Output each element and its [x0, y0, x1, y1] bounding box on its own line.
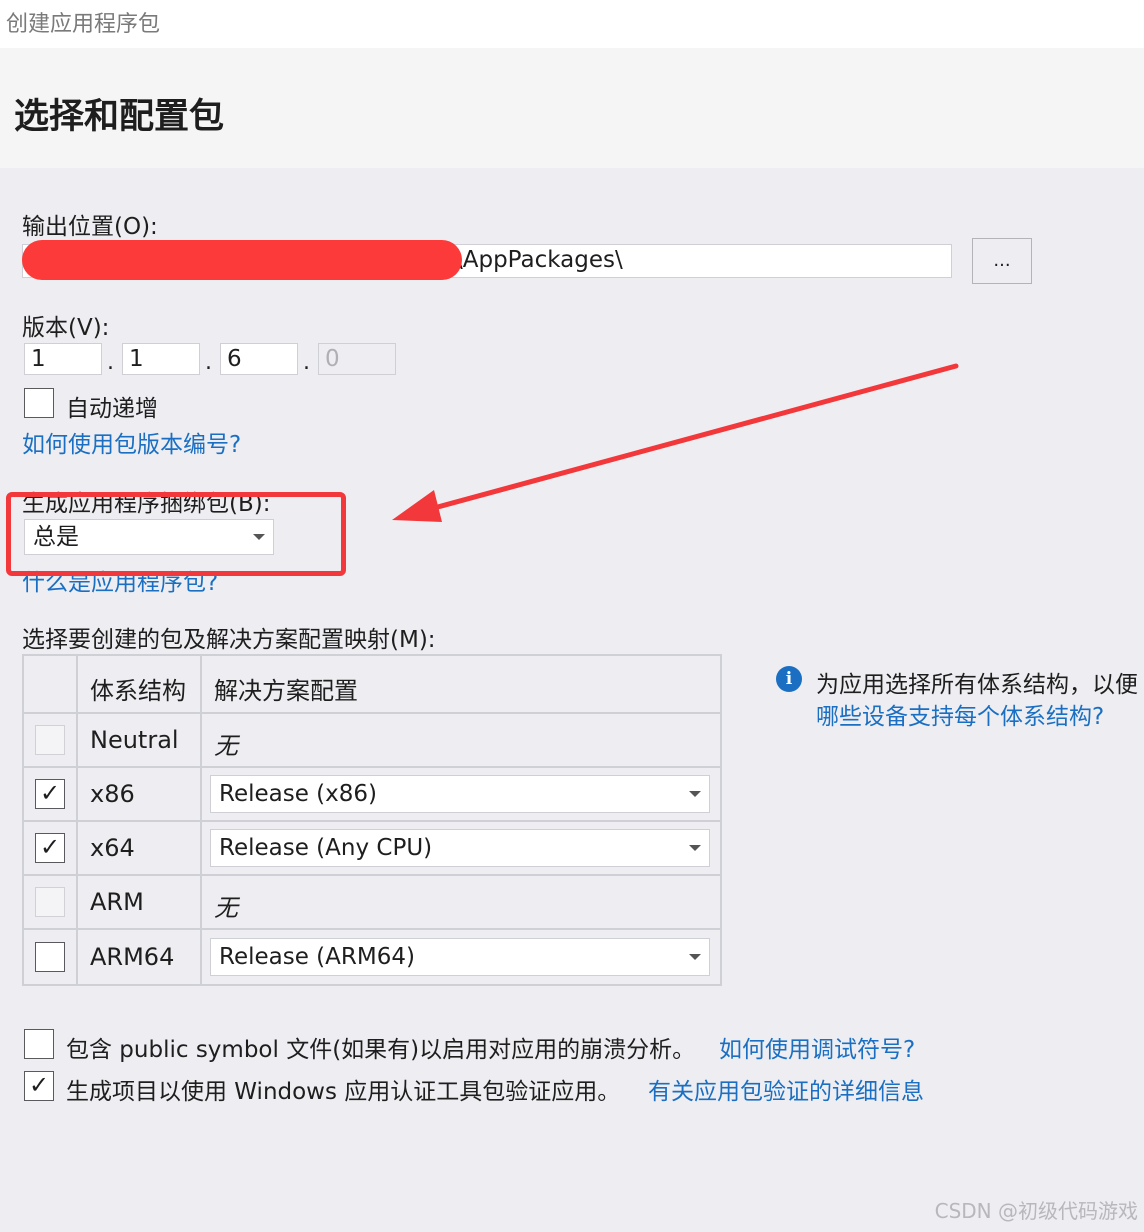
architecture-support-link[interactable]: 哪些设备支持每个体系结构?	[816, 697, 1104, 731]
arch-checkbox-x86[interactable]: ✓	[35, 779, 65, 809]
table-header-configuration: 解决方案配置	[202, 656, 720, 712]
watermark: CSDN @初级代码游戏	[934, 1199, 1138, 1223]
table-row-config-cell: Release (ARM64)	[202, 930, 720, 984]
table-row-config-cell: Release (Any CPU)	[202, 822, 720, 874]
table-row-check-cell	[24, 930, 76, 984]
package-validation-info-link[interactable]: 有关应用包验证的详细信息	[648, 1072, 924, 1106]
table-row-check-cell	[24, 876, 76, 928]
table-header-check	[24, 656, 76, 712]
table-row-arch-cell: Neutral	[78, 714, 200, 766]
public-symbols-checkbox[interactable]	[24, 1029, 54, 1059]
architecture-mapping-table: 体系结构 解决方案配置 Neutral 无 ✓ x86 Release (x86…	[22, 654, 722, 986]
chevron-down-icon	[689, 845, 701, 851]
table-row-config-cell: 无	[202, 876, 720, 928]
table-header-architecture: 体系结构	[78, 656, 200, 712]
table-row-check-cell: ✓	[24, 822, 76, 874]
arch-name: ARM64	[90, 943, 175, 971]
arch-name: Neutral	[90, 726, 179, 754]
info-text: 为应用选择所有体系结构，以便	[816, 672, 1138, 698]
public-symbols-label: 包含 public symbol 文件(如果有)以启用对应用的崩溃分析。	[66, 1037, 696, 1063]
table-row-arch-cell: ARM	[78, 876, 200, 928]
wack-validation-checkbox[interactable]: ✓	[24, 1071, 54, 1101]
debug-symbols-help-link[interactable]: 如何使用调试符号?	[719, 1030, 915, 1064]
arch-name: ARM	[90, 888, 144, 916]
wack-validation-label: 生成项目以使用 Windows 应用认证工具包验证应用。	[66, 1079, 621, 1105]
config-dropdown-x64[interactable]: Release (Any CPU)	[210, 829, 710, 867]
config-dropdown-x86[interactable]: Release (x86)	[210, 775, 710, 813]
table-row-arch-cell: x86	[78, 768, 200, 820]
table-row-check-cell: ✓	[24, 768, 76, 820]
config-selected-value: Release (x86)	[219, 781, 378, 807]
column-header: 解决方案配置	[214, 677, 358, 705]
arch-name: x86	[90, 780, 135, 808]
column-header: 体系结构	[90, 677, 186, 705]
table-row-check-cell	[24, 714, 76, 766]
table-row-arch-cell: x64	[78, 822, 200, 874]
info-icon: i	[776, 666, 802, 692]
arch-checkbox-neutral	[35, 725, 65, 755]
config-dropdown-arm64[interactable]: Release (ARM64)	[210, 938, 710, 976]
arch-checkbox-arm	[35, 887, 65, 917]
chevron-down-icon	[689, 954, 701, 960]
config-value: 无	[214, 732, 238, 760]
table-row-arch-cell: ARM64	[78, 930, 200, 984]
config-selected-value: Release (Any CPU)	[219, 835, 433, 861]
chevron-down-icon	[689, 791, 701, 797]
arch-name: x64	[90, 834, 135, 862]
table-row-config-cell: 无	[202, 714, 720, 766]
config-selected-value: Release (ARM64)	[219, 944, 415, 970]
arch-checkbox-x64[interactable]: ✓	[35, 833, 65, 863]
table-row-config-cell: Release (x86)	[202, 768, 720, 820]
mapping-label: 选择要创建的包及解决方案配置映射(M):	[22, 627, 436, 653]
arch-checkbox-arm64[interactable]	[35, 942, 65, 972]
config-value: 无	[214, 894, 238, 922]
